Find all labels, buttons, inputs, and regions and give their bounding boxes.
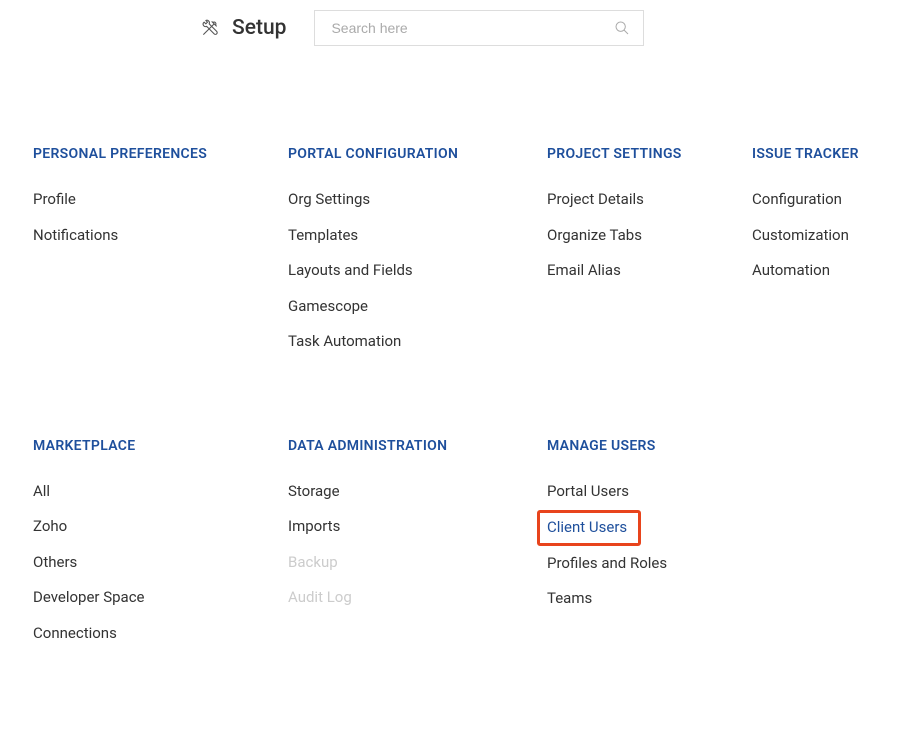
section-title: PERSONAL PREFERENCES bbox=[33, 146, 288, 162]
section-title: PORTAL CONFIGURATION bbox=[288, 146, 547, 162]
link-audit-log: Audit Log bbox=[288, 588, 352, 606]
link-zoho[interactable]: Zoho bbox=[33, 517, 67, 535]
link-storage[interactable]: Storage bbox=[288, 482, 340, 500]
search-input[interactable] bbox=[314, 10, 644, 46]
link-teams[interactable]: Teams bbox=[547, 589, 592, 607]
link-configuration[interactable]: Configuration bbox=[752, 190, 842, 208]
settings-grid: PERSONAL PREFERENCES Profile Notificatio… bbox=[0, 146, 903, 729]
link-all[interactable]: All bbox=[33, 482, 50, 500]
link-client-users[interactable]: Client Users bbox=[547, 518, 627, 536]
link-profile[interactable]: Profile bbox=[33, 190, 76, 208]
link-imports[interactable]: Imports bbox=[288, 517, 340, 535]
link-profiles-roles[interactable]: Profiles and Roles bbox=[547, 554, 667, 572]
link-automation[interactable]: Automation bbox=[752, 261, 830, 279]
search-icon bbox=[614, 20, 630, 36]
section-title: MANAGE USERS bbox=[547, 438, 752, 454]
link-customization[interactable]: Customization bbox=[752, 226, 849, 244]
section-title: DATA ADMINISTRATION bbox=[288, 438, 547, 454]
section-issue-tracker: ISSUE TRACKER Configuration Customizatio… bbox=[752, 146, 902, 368]
search-box bbox=[314, 10, 644, 46]
section-marketplace: MARKETPLACE All Zoho Others Developer Sp… bbox=[33, 438, 288, 660]
link-org-settings[interactable]: Org Settings bbox=[288, 190, 370, 208]
section-manage-users: MANAGE USERS Portal Users Client Users P… bbox=[547, 438, 752, 660]
section-title: ISSUE TRACKER bbox=[752, 146, 902, 162]
setup-label: Setup bbox=[200, 16, 286, 40]
section-title: PROJECT SETTINGS bbox=[547, 146, 752, 162]
tools-icon bbox=[200, 18, 220, 38]
page-header: Setup bbox=[0, 10, 903, 46]
link-email-alias[interactable]: Email Alias bbox=[547, 261, 621, 279]
link-organize-tabs[interactable]: Organize Tabs bbox=[547, 226, 642, 244]
link-layouts-fields[interactable]: Layouts and Fields bbox=[288, 261, 413, 279]
section-data-administration: DATA ADMINISTRATION Storage Imports Back… bbox=[288, 438, 547, 660]
link-gamescope[interactable]: Gamescope bbox=[288, 297, 368, 315]
link-portal-users[interactable]: Portal Users bbox=[547, 482, 629, 500]
page-title: Setup bbox=[232, 16, 286, 40]
section-title: MARKETPLACE bbox=[33, 438, 288, 454]
link-notifications[interactable]: Notifications bbox=[33, 226, 118, 244]
section-personal-preferences: PERSONAL PREFERENCES Profile Notificatio… bbox=[33, 146, 288, 368]
link-developer-space[interactable]: Developer Space bbox=[33, 588, 145, 606]
link-connections[interactable]: Connections bbox=[33, 624, 117, 642]
section-project-settings: PROJECT SETTINGS Project Details Organiz… bbox=[547, 146, 752, 368]
link-project-details[interactable]: Project Details bbox=[547, 190, 644, 208]
section-portal-configuration: PORTAL CONFIGURATION Org Settings Templa… bbox=[288, 146, 547, 368]
link-backup: Backup bbox=[288, 553, 338, 571]
link-others[interactable]: Others bbox=[33, 553, 77, 571]
link-templates[interactable]: Templates bbox=[288, 226, 358, 244]
link-task-automation[interactable]: Task Automation bbox=[288, 332, 401, 350]
